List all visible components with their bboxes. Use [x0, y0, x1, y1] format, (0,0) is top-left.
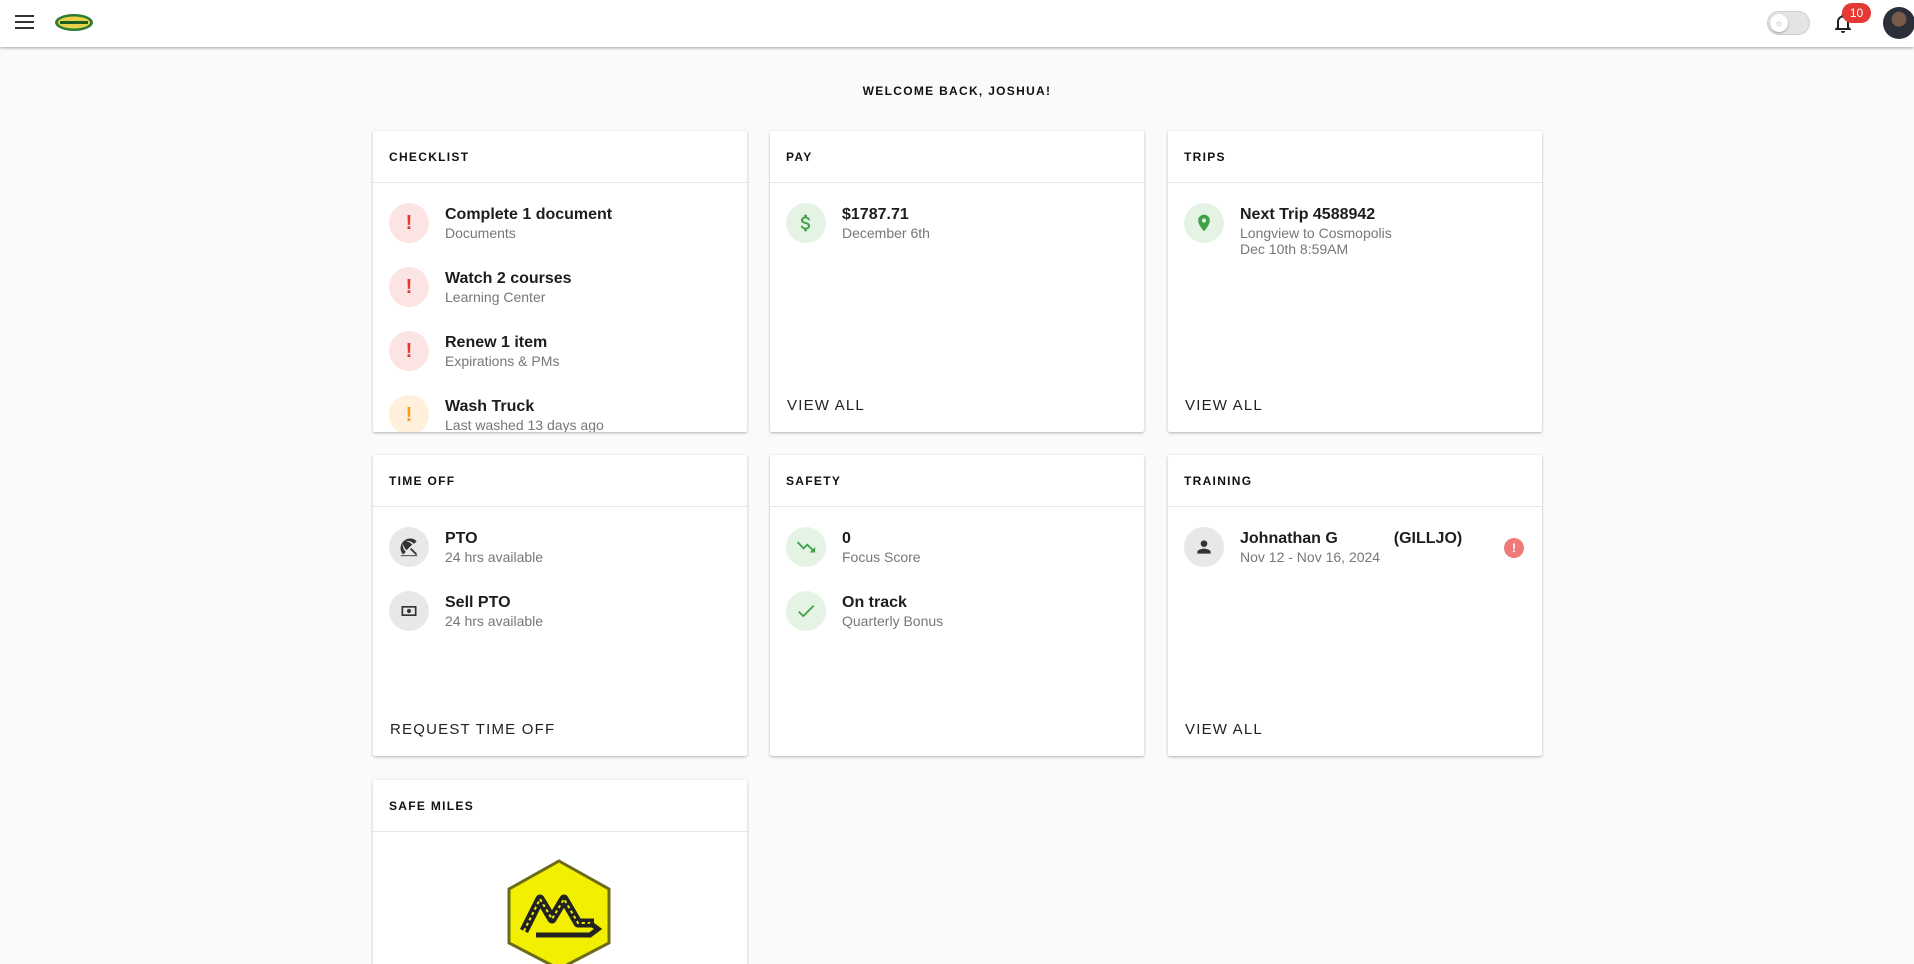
card-title: CHECKLIST [373, 131, 747, 183]
checklist-item[interactable]: ! Watch 2 courses Learning Center [389, 259, 731, 323]
item-title: PTO [445, 530, 478, 547]
trainer-name: Johnathan G [1240, 530, 1338, 547]
money-icon [389, 591, 429, 631]
safe-miles-card: SAFE MILES [373, 780, 747, 964]
company-logo[interactable] [54, 13, 94, 32]
theme-toggle[interactable]: ☼ [1767, 11, 1810, 35]
item-title: Watch 2 courses [445, 270, 572, 287]
card-title: SAFE MILES [373, 780, 747, 832]
safe-miles-badge-icon [507, 859, 611, 964]
alert-icon: ! [389, 267, 429, 307]
checklist-card: CHECKLIST ! Complete 1 document Document… [373, 131, 747, 432]
safety-item[interactable]: 0 Focus Score [786, 519, 1128, 583]
item-subtitle: Quarterly Bonus [842, 613, 944, 629]
card-title: TRAINING [1168, 455, 1542, 507]
time-off-item[interactable]: PTO 24 hrs available [389, 519, 731, 583]
pay-item[interactable]: $1787.71 December 6th [786, 195, 1128, 259]
training-dates: Nov 12 - Nov 16, 2024 [1240, 549, 1381, 565]
time-off-card: TIME OFF PTO 24 hrs available Sell PTO 2… [373, 455, 747, 756]
check-icon [786, 591, 826, 631]
card-title: TIME OFF [373, 455, 747, 507]
training-card: TRAINING Johnathan G (GILLJO) Nov 12 - No… [1168, 455, 1542, 756]
user-avatar[interactable] [1883, 7, 1914, 39]
location-pin-icon [1184, 203, 1224, 243]
bonus-status: On track [842, 594, 907, 611]
menu-icon[interactable] [14, 13, 36, 31]
alert-icon: ! [389, 203, 429, 243]
card-title: TRIPS [1168, 131, 1542, 183]
request-time-off-button[interactable]: REQUEST TIME OFF [390, 721, 555, 738]
trainer-code: (GILLJO) [1393, 530, 1463, 547]
card-title: SAFETY [770, 455, 1144, 507]
sun-icon: ☼ [1770, 14, 1788, 32]
trip-time: Dec 10th 8:59AM [1240, 241, 1349, 257]
item-subtitle: 24 hrs available [445, 549, 544, 565]
dollar-icon [786, 203, 826, 243]
item-title: Complete 1 document [445, 206, 613, 223]
warning-icon: ! [389, 395, 429, 432]
pay-card: PAY $1787.71 December 6th VIEW ALL [770, 131, 1144, 432]
person-icon [1184, 527, 1224, 567]
focus-score-value: 0 [842, 530, 851, 547]
alert-icon: ! [389, 331, 429, 371]
safety-card: SAFETY 0 Focus Score On track Quarterly … [770, 455, 1144, 756]
welcome-message: WELCOME BACK, JOSHUA! [862, 84, 1052, 98]
alert-icon: ! [1504, 538, 1524, 558]
item-subtitle: Documents [445, 225, 516, 241]
pay-view-all-button[interactable]: VIEW ALL [787, 397, 865, 414]
top-app-bar: ☼ 10 [0, 0, 1914, 47]
item-title: Sell PTO [445, 594, 511, 611]
item-subtitle: Expirations & PMs [445, 353, 560, 369]
trip-item[interactable]: Next Trip 4588942 Longview to Cosmopolis… [1184, 195, 1526, 259]
item-subtitle: Last washed 13 days ago [445, 417, 604, 432]
card-title: PAY [770, 131, 1144, 183]
trending-down-icon [786, 527, 826, 567]
training-view-all-button[interactable]: VIEW ALL [1185, 721, 1263, 738]
checklist-item[interactable]: ! Wash Truck Last washed 13 days ago [389, 387, 731, 432]
beach-umbrella-icon [389, 527, 429, 567]
trips-view-all-button[interactable]: VIEW ALL [1185, 397, 1263, 414]
item-subtitle: Learning Center [445, 289, 546, 305]
safety-item[interactable]: On track Quarterly Bonus [786, 583, 1128, 647]
next-trip-title: Next Trip 4588942 [1240, 206, 1376, 223]
checklist-item[interactable]: ! Complete 1 document Documents [389, 195, 731, 259]
item-title: Wash Truck [445, 398, 535, 415]
pay-date: December 6th [842, 225, 930, 241]
trips-card: TRIPS Next Trip 4588942 Longview to Cosm… [1168, 131, 1542, 432]
trip-route: Longview to Cosmopolis [1240, 225, 1392, 241]
item-subtitle: Focus Score [842, 549, 921, 565]
pay-amount: $1787.71 [842, 206, 909, 223]
training-item[interactable]: Johnathan G (GILLJO) Nov 12 - Nov 16, 202… [1184, 519, 1526, 583]
checklist-item[interactable]: ! Renew 1 item Expirations & PMs [389, 323, 731, 387]
item-subtitle: 24 hrs available [445, 613, 544, 629]
time-off-item[interactable]: Sell PTO 24 hrs available [389, 583, 731, 647]
notification-badge: 10 [1842, 3, 1871, 23]
item-title: Renew 1 item [445, 334, 548, 351]
